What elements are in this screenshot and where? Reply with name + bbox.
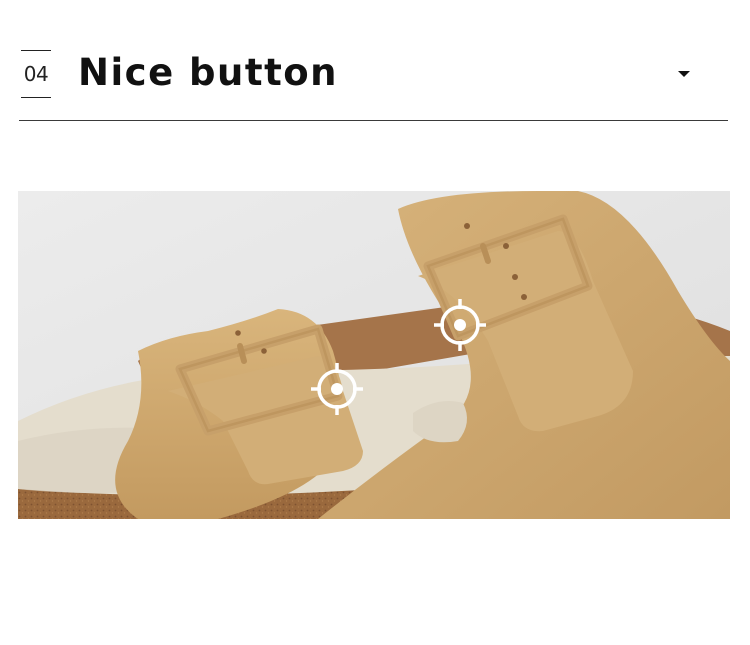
section-header[interactable]: 04 Nice button [19, 44, 728, 121]
section-title: Nice button [78, 51, 339, 94]
crosshair-icon [311, 363, 363, 415]
product-photo [18, 191, 730, 519]
section-number: 04 [21, 50, 51, 98]
crosshair-icon [434, 299, 486, 351]
caret-down-icon[interactable] [676, 66, 692, 82]
